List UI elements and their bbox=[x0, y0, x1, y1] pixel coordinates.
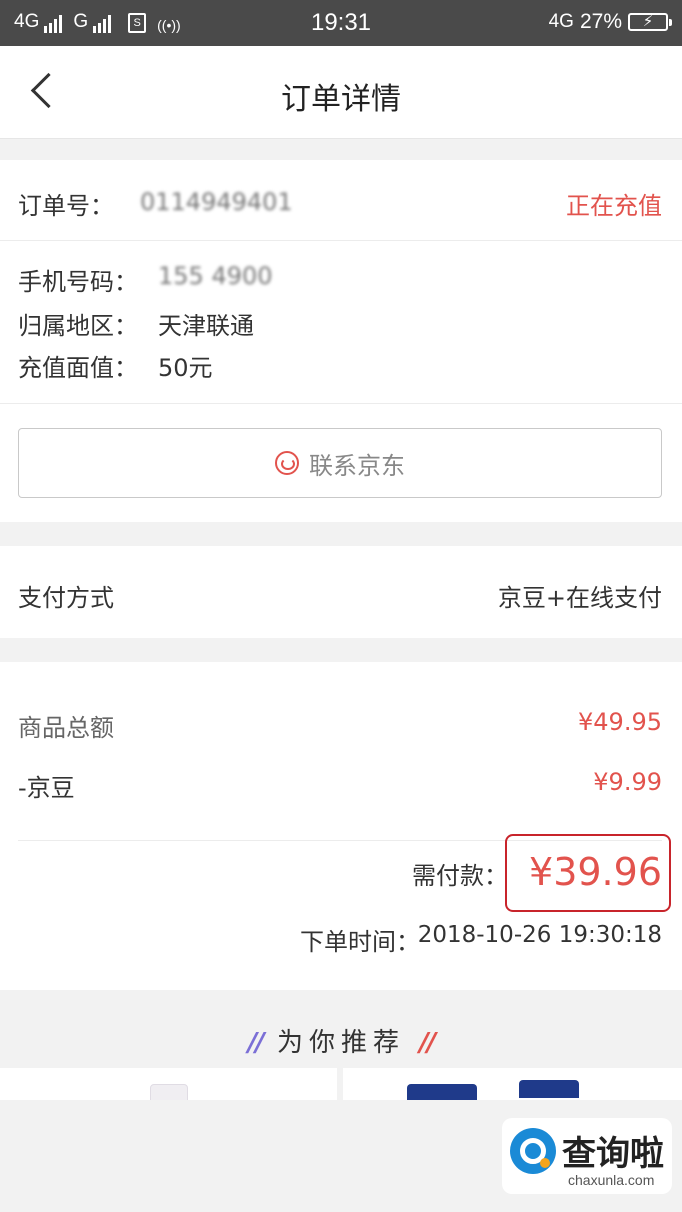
payment-method-label: 支付方式 bbox=[18, 584, 114, 612]
nav-header: 订单详情 bbox=[0, 46, 682, 139]
amounts-card: 商品总额 ¥49.95 -京豆 ¥9.99 需付款： ¥39.96 下单时间： … bbox=[0, 662, 682, 990]
divider bbox=[0, 240, 682, 241]
left-mark: // bbox=[247, 1028, 265, 1058]
order-time-value: 2018-10-26 19:30:18 bbox=[417, 922, 662, 948]
payment-method-value: 京豆+在线支付 bbox=[497, 584, 662, 612]
watermark-logo: 查询啦 chaxunla.com bbox=[502, 1118, 672, 1194]
network-type-3: 4G bbox=[548, 11, 574, 32]
phone-label: 手机号码： bbox=[18, 268, 138, 296]
chat-icon bbox=[275, 451, 299, 475]
order-number-value: 0114949401 bbox=[140, 188, 293, 216]
product-image bbox=[407, 1084, 477, 1100]
page-title: 订单详情 bbox=[281, 82, 401, 117]
product-card-right[interactable] bbox=[343, 1068, 682, 1100]
battery-icon: ⚡ bbox=[628, 13, 672, 31]
watermark-text: 查询啦 bbox=[562, 1134, 664, 1174]
amount-due-highlight bbox=[505, 834, 671, 912]
order-number-label: 订单号： bbox=[18, 192, 114, 220]
watermark-url: chaxunla.com bbox=[568, 1172, 655, 1188]
jd-beans-label: -京豆 bbox=[18, 774, 75, 802]
phone-value: 155 4900 bbox=[158, 262, 273, 290]
product-image bbox=[150, 1084, 188, 1100]
chaxunla-logo-icon bbox=[510, 1128, 556, 1174]
contact-jd-button[interactable]: 联系京东 bbox=[18, 428, 662, 498]
face-value-value: 50元 bbox=[158, 354, 213, 382]
region-label: 归属地区： bbox=[18, 312, 138, 340]
order-time-label: 下单时间： bbox=[300, 928, 420, 956]
product-image-2 bbox=[519, 1080, 579, 1098]
divider bbox=[0, 403, 682, 404]
status-bar: 4G G S ((•)) 19:31 4G 27% ⚡ bbox=[0, 0, 682, 46]
order-status: 正在充值 bbox=[566, 192, 662, 220]
amount-due-label: 需付款： bbox=[412, 862, 508, 890]
recommend-title: // 为你推荐 // bbox=[0, 1022, 682, 1059]
recommend-label: 为你推荐 bbox=[276, 1028, 405, 1058]
jd-beans-value: ¥9.99 bbox=[593, 768, 662, 796]
status-right: 4G 27% ⚡ bbox=[548, 10, 672, 34]
goods-total-value: ¥49.95 bbox=[578, 708, 662, 736]
face-value-label: 充值面值： bbox=[18, 354, 138, 382]
product-card-left[interactable] bbox=[0, 1068, 337, 1100]
right-mark: // bbox=[419, 1028, 436, 1058]
contact-jd-label: 联系京东 bbox=[309, 451, 405, 480]
payment-method-card: 支付方式 京豆+在线支付 bbox=[0, 546, 682, 638]
battery-percent: 27% bbox=[579, 10, 622, 33]
goods-total-label: 商品总额 bbox=[18, 714, 114, 742]
region-value: 天津联通 bbox=[158, 312, 254, 340]
